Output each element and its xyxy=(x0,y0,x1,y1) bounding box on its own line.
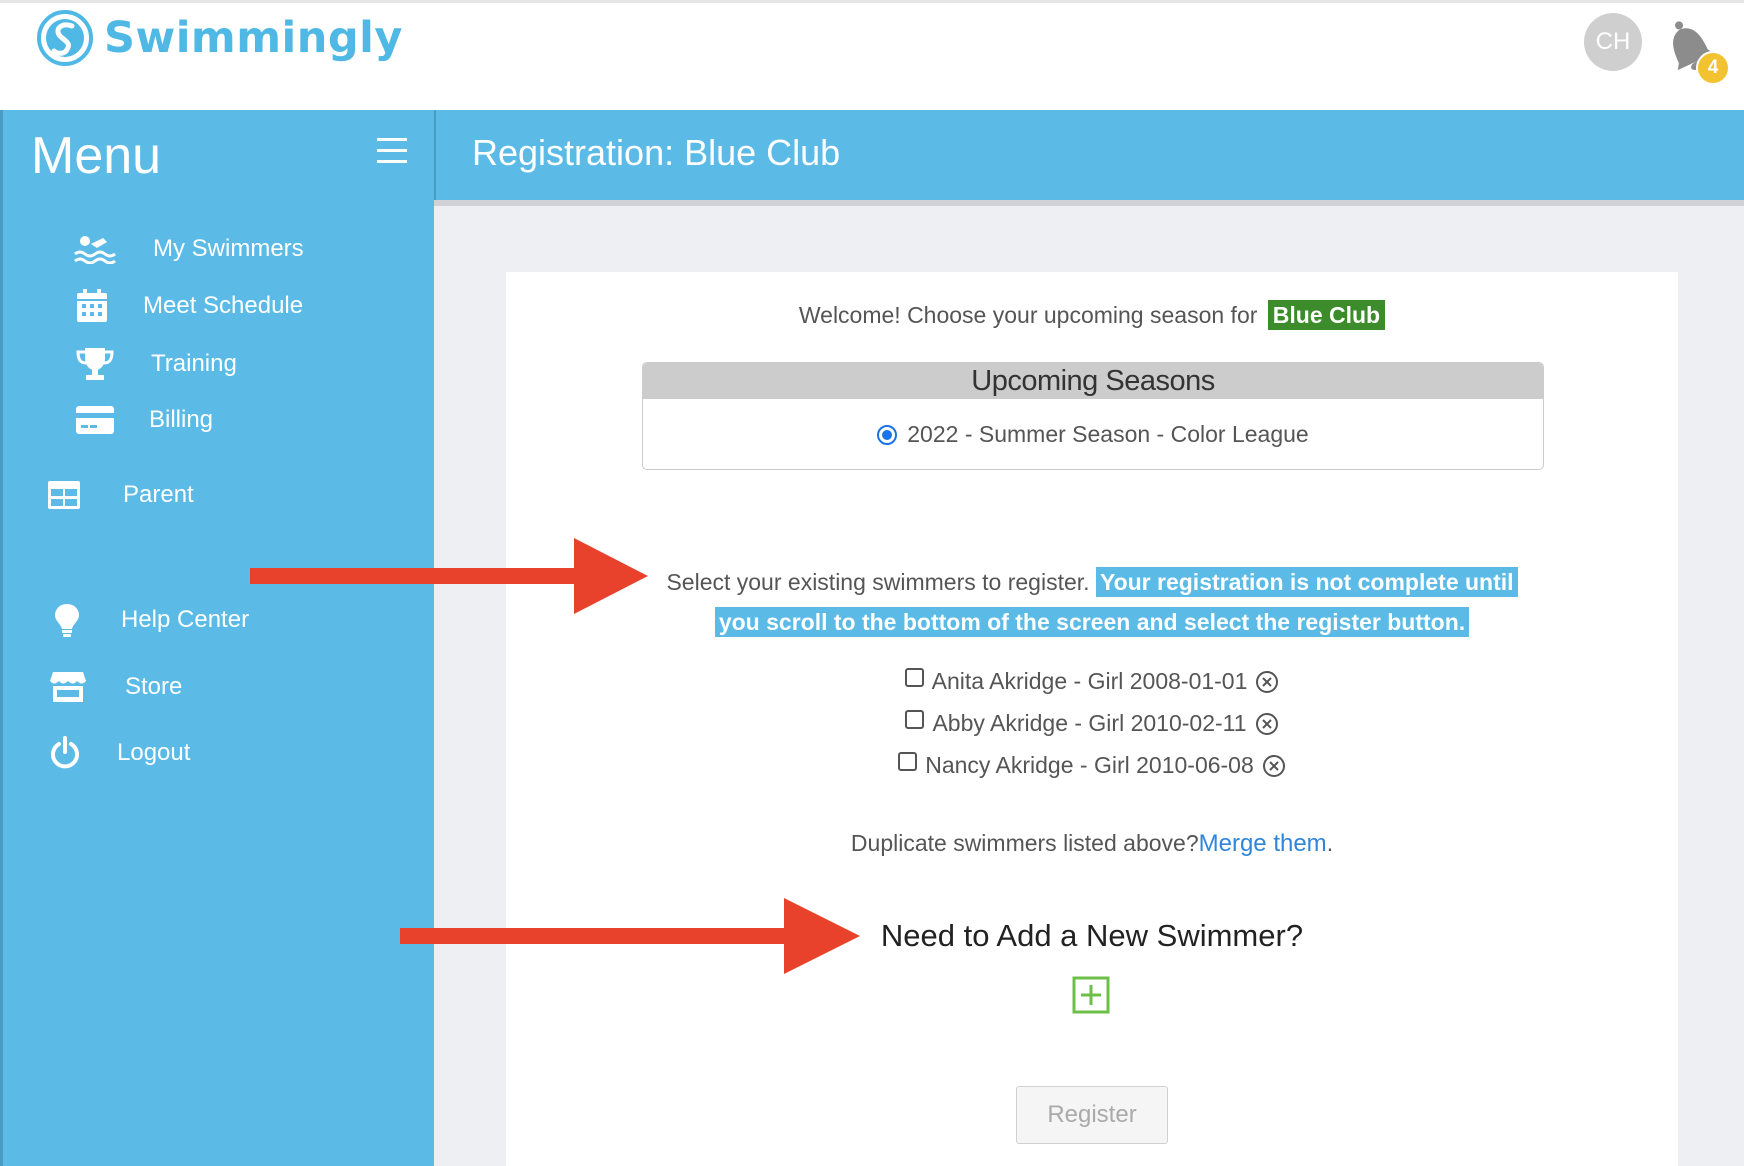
select-swimmers-instructions: Select your existing swimmers to registe… xyxy=(506,562,1678,642)
sidebar-item-label: Logout xyxy=(117,739,191,766)
swimmer-label: Abby Akridge - Girl 2010-02-11 xyxy=(932,710,1247,736)
calendar-icon xyxy=(77,289,107,322)
menu-title: Menu xyxy=(31,127,162,185)
duplicate-swimmers-note: Duplicate swimmers listed above?Merge th… xyxy=(506,830,1678,858)
annotation-arrow-icon xyxy=(400,898,860,974)
season-label: 2022 - Summer Season - Color League xyxy=(907,421,1309,447)
sidebar-item-training[interactable]: Training xyxy=(75,346,237,382)
trophy-icon xyxy=(76,348,114,380)
swimmer-checkbox[interactable] xyxy=(898,752,918,771)
swimmer-icon xyxy=(74,236,116,264)
notification-count: 4 xyxy=(1707,57,1719,78)
sidebar-item-help-center[interactable]: Help Center xyxy=(53,602,249,638)
select-swimmers-text: Select your existing swimmers to registe… xyxy=(666,569,1090,595)
welcome-message: Welcome! Choose your upcoming season for xyxy=(798,302,1258,328)
hamburger-menu-icon[interactable] xyxy=(377,138,409,164)
seasons-heading: Upcoming Seasons xyxy=(643,363,1543,399)
logo-text: Swimmingly xyxy=(104,13,403,63)
registration-notice-line-1: Your registration is not complete until xyxy=(1095,567,1518,597)
swimmingly-logo-icon xyxy=(37,10,93,66)
welcome-text: Welcome! Choose your upcoming season for… xyxy=(506,300,1678,330)
annotation-arrow-icon xyxy=(250,538,648,614)
store-icon xyxy=(50,672,86,702)
app-logo[interactable]: Swimmingly xyxy=(36,9,403,67)
top-bar: Swimmingly CH 4 xyxy=(0,0,1744,110)
sidebar-item-logout[interactable]: Logout xyxy=(49,736,190,770)
registration-card: Welcome! Choose your upcoming season for… xyxy=(506,272,1678,1166)
sidebar: Menu My Swimmers Meet Schedule Training … xyxy=(0,110,434,1166)
grid-icon xyxy=(48,481,80,509)
sidebar-item-label: Help Center xyxy=(121,606,250,633)
swimmer-row: Nancy Akridge - Girl 2010-06-08 xyxy=(506,752,1678,779)
notification-badge: 4 xyxy=(1696,51,1730,85)
swimmer-checkbox[interactable] xyxy=(904,668,924,687)
credit-card-icon xyxy=(76,406,114,434)
sidebar-item-parent[interactable]: Parent xyxy=(47,480,194,510)
sidebar-item-billing[interactable]: Billing xyxy=(75,404,213,436)
swimmer-row: Abby Akridge - Girl 2010-02-11 xyxy=(506,710,1678,737)
lightbulb-icon xyxy=(55,604,79,637)
swimmer-label: Nancy Akridge - Girl 2010-06-08 xyxy=(925,752,1254,778)
power-icon xyxy=(51,736,79,769)
upcoming-seasons-panel: Upcoming Seasons 2022 - Summer Season - … xyxy=(642,362,1544,470)
sidebar-item-store[interactable]: Store xyxy=(49,670,182,704)
merge-them-link[interactable]: Merge them xyxy=(1199,830,1327,857)
user-avatar[interactable]: CH xyxy=(1584,13,1642,71)
sidebar-item-label: Billing xyxy=(149,406,214,433)
page-header: Registration: Blue Club xyxy=(434,110,1744,200)
page-title: Registration: Blue Club xyxy=(472,132,841,173)
sidebar-item-label: Training xyxy=(151,350,237,377)
sidebar-item-meet-schedule[interactable]: Meet Schedule xyxy=(75,288,303,324)
season-option[interactable]: 2022 - Summer Season - Color League xyxy=(643,421,1543,448)
register-button[interactable]: Register xyxy=(1016,1086,1168,1144)
sidebar-item-label: Parent xyxy=(123,481,194,508)
club-name-badge: Blue Club xyxy=(1267,300,1386,330)
sidebar-item-label: Meet Schedule xyxy=(143,292,304,319)
sidebar-item-my-swimmers[interactable]: My Swimmers xyxy=(73,234,304,264)
remove-swimmer-icon[interactable] xyxy=(1262,754,1286,778)
merge-suffix: . xyxy=(1326,830,1334,856)
season-radio[interactable] xyxy=(877,424,898,445)
sidebar-item-label: My Swimmers xyxy=(153,235,304,262)
radio-selected-dot xyxy=(882,429,893,440)
duplicate-text: Duplicate swimmers listed above? xyxy=(850,830,1199,856)
avatar-initials: CH xyxy=(1595,28,1631,55)
swimmer-checkbox[interactable] xyxy=(905,710,925,729)
swimmer-label: Anita Akridge - Girl 2008-01-01 xyxy=(931,668,1248,694)
swimmer-row: Anita Akridge - Girl 2008-01-01 xyxy=(506,668,1678,695)
registration-notice-line-2: you scroll to the bottom of the screen a… xyxy=(714,607,1470,637)
remove-swimmer-icon[interactable] xyxy=(1255,712,1279,736)
sidebar-item-label: Store xyxy=(125,673,183,700)
remove-swimmer-icon[interactable] xyxy=(1255,670,1279,694)
add-swimmer-plus-icon[interactable] xyxy=(1072,976,1110,1014)
